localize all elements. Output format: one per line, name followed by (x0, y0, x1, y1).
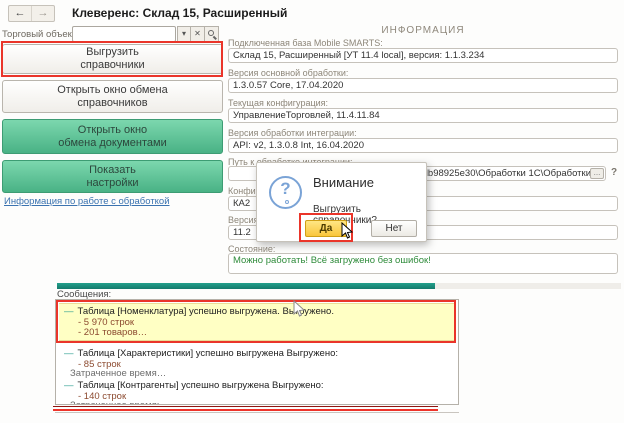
message-2-time: Затраченное время… (70, 368, 166, 379)
message-2-title: Таблица [Характеристики] успешно выгруже… (78, 348, 339, 359)
field-label-base: Подключенная база Mobile SMARTS: (228, 38, 383, 48)
message-item-2[interactable]: — Таблица [Характеристики] успешно выгруж… (64, 348, 338, 359)
open-document-exchange-button[interactable]: Открыть окно обмена документами (2, 119, 223, 154)
message-dash-icon: — (64, 306, 74, 317)
back-arrow-icon[interactable]: ← (9, 6, 31, 21)
field-integration-version-value: API: v2, 1.3.0.8 Int, 16.04.2020 (233, 140, 364, 151)
open-document-exchange-label-1: Открыть окно (3, 124, 222, 137)
question-dot-glyph (285, 200, 289, 204)
status-text: Можно работать! Всё загружено без ошибок… (233, 255, 431, 266)
path-select-icon[interactable]: … (590, 168, 604, 179)
field-base-value: Склад 15, Расширенный [УТ 11.4 local], в… (233, 50, 484, 61)
message-item-1[interactable]: — Таблица [Номенклатура] успешно выгружен… (64, 306, 334, 317)
message-item-3[interactable]: — Таблица [Контрагенты] успешно выгружена… (64, 380, 324, 391)
upload-catalogs-button[interactable]: Выгрузить справочники (2, 44, 223, 74)
question-icon: ? (269, 176, 302, 209)
page-title: Клеверенс: Склад 15, Расширенный (72, 6, 287, 20)
trade-object-input[interactable] (72, 26, 176, 42)
annotation-underline-bright (53, 408, 438, 411)
message-1-title: Таблица [Номенклатура] успешно выгружена… (78, 306, 334, 317)
open-catalog-exchange-button[interactable]: Открыть окно обмена справочников (2, 80, 223, 113)
messages-panel[interactable]: — Таблица [Номенклатура] успешно выгружен… (55, 299, 459, 405)
yes-button[interactable]: Да (305, 220, 347, 237)
field-core-version[interactable]: 1.3.0.57 Core, 17.04.2020 (228, 78, 618, 93)
search-icon[interactable] (205, 26, 219, 42)
field-core-version-value: 1.3.0.57 Core, 17.04.2020 (233, 80, 343, 91)
cleverence-main-window: ← → Клеверенс: Склад 15, Расширенный Тор… (0, 0, 624, 423)
field-state[interactable]: Можно работать! Всё загружено без ошибок… (228, 253, 618, 274)
question-mark-glyph: ? (271, 179, 300, 199)
message-3-title: Таблица [Контрагенты] успешно выгружена … (78, 380, 324, 391)
dialog-title: Внимание (313, 175, 374, 190)
open-catalog-exchange-label-1: Открыть окно обмена (3, 84, 222, 97)
field-integration-config-version-value: 11.2 (233, 227, 251, 238)
nav-history-box: ← → (8, 5, 55, 22)
field-label-integration-version: Версия обработки интеграции: (228, 128, 357, 138)
trade-object-combo-buttons: ▾ ✕ (177, 26, 219, 42)
show-settings-label-1: Показать (3, 164, 222, 177)
open-document-exchange-label-2: обмена документами (3, 137, 222, 150)
show-settings-button[interactable]: Показать настройки (2, 160, 223, 193)
help-icon[interactable]: ? (611, 167, 617, 178)
message-3-time: Затраченное время:… (70, 400, 169, 405)
annotation-underline-dark (53, 406, 438, 407)
info-header: ИНФОРМАЦИЯ (228, 25, 618, 36)
show-settings-label-2: настройки (3, 177, 222, 190)
panel-bottom-divider (55, 412, 459, 413)
field-label-configuration: Текущая конфигурация: (228, 98, 328, 108)
field-configuration-value: УправлениеТорговлей, 11.4.11.84 (233, 110, 380, 121)
message-1-detail-2: - 201 товаров… (78, 327, 147, 338)
field-configuration[interactable]: УправлениеТорговлей, 11.4.11.84 (228, 108, 618, 123)
forward-arrow-icon[interactable]: → (31, 6, 54, 21)
no-button[interactable]: Нет (371, 220, 417, 237)
upload-catalogs-label-2: справочники (3, 59, 222, 72)
trade-object-label: Торговый объект: (2, 29, 79, 40)
field-integration-version[interactable]: API: v2, 1.3.0.8 Int, 16.04.2020 (228, 138, 618, 153)
field-integration-config-value: КА2 (233, 198, 250, 209)
message-dash-icon: — (64, 348, 74, 359)
message-dash-icon: — (64, 380, 74, 391)
field-base[interactable]: Склад 15, Расширенный [УТ 11.4 local], в… (228, 48, 618, 63)
chevron-down-icon[interactable]: ▾ (177, 26, 191, 42)
field-label-core-version: Версия основной обработки: (228, 68, 348, 78)
upload-catalogs-label-1: Выгрузить (3, 46, 222, 59)
progress-bar (57, 283, 621, 289)
progress-bar-fill (57, 283, 435, 289)
clear-icon[interactable]: ✕ (191, 26, 205, 42)
open-catalog-exchange-label-2: справочников (3, 97, 222, 110)
processing-info-link[interactable]: Информация по работе с обработкой (4, 196, 170, 207)
magnifier-glyph (208, 30, 214, 36)
